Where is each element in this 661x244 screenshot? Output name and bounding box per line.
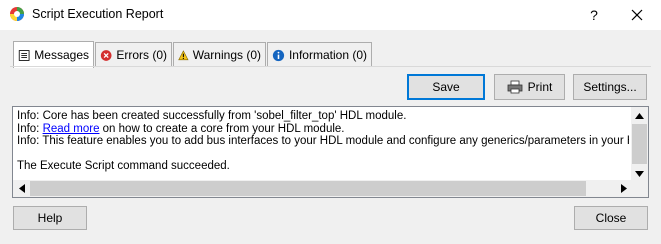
close-icon[interactable] <box>626 4 648 26</box>
title-help-button[interactable]: ? <box>583 4 605 26</box>
app-logo-icon <box>10 7 24 21</box>
window-title: Script Execution Report <box>32 7 164 21</box>
save-button[interactable]: Save <box>407 74 485 100</box>
log-line: Info: Read more on how to create a core … <box>17 123 629 136</box>
horizontal-scrollbar[interactable] <box>13 180 632 197</box>
scroll-left-arrow-icon[interactable] <box>13 180 30 197</box>
close-button-label: Close <box>595 211 627 225</box>
title-bar: Script Execution Report ? <box>0 0 661 30</box>
scroll-right-arrow-icon[interactable] <box>615 180 632 197</box>
tab-errors-label: Errors (0) <box>116 48 167 62</box>
log-line: Info: Core has been created successfully… <box>17 110 407 122</box>
horizontal-scroll-thumb[interactable] <box>30 181 586 196</box>
settings-button-label: Settings... <box>583 80 637 94</box>
tab-errors[interactable]: Errors (0) <box>95 42 172 67</box>
vertical-scrollbar[interactable] <box>631 107 648 182</box>
close-button[interactable]: Close <box>574 206 648 230</box>
log-line-suffix: on how to create a core from your HDL mo… <box>99 122 345 135</box>
log-line: The Execute Script command succeeded. <box>17 160 230 172</box>
tab-warnings-label: Warnings (0) <box>192 48 261 62</box>
printer-icon <box>507 80 523 94</box>
messages-icon <box>18 49 30 61</box>
log-line: Info: This feature enables you to add bu… <box>17 135 629 147</box>
tab-messages[interactable]: Messages <box>13 41 94 68</box>
save-button-label: Save <box>432 80 460 94</box>
print-button-label: Print <box>527 80 553 94</box>
error-icon <box>100 49 112 61</box>
vertical-scroll-thumb[interactable] <box>632 124 647 164</box>
log-line-prefix: Info: <box>17 122 43 135</box>
settings-button[interactable]: Settings... <box>573 74 647 100</box>
tab-messages-label: Messages <box>34 48 89 62</box>
information-icon <box>272 49 285 61</box>
tab-information[interactable]: Information (0) <box>267 42 372 67</box>
scroll-up-arrow-icon[interactable] <box>631 107 648 124</box>
warning-icon <box>178 49 189 60</box>
log-text: Info: Core has been created successfully… <box>17 110 629 186</box>
tab-warnings[interactable]: Warnings (0) <box>173 42 266 67</box>
print-button[interactable]: Print <box>494 74 565 100</box>
help-button[interactable]: Help <box>13 206 87 230</box>
log-textbox[interactable]: Info: Core has been created successfully… <box>12 106 649 198</box>
read-more-link[interactable]: Read more <box>43 123 100 135</box>
log-line-blank <box>17 148 629 161</box>
help-button-label: Help <box>37 211 63 225</box>
scrollbar-corner <box>631 180 648 197</box>
tab-panel-border <box>10 66 651 67</box>
tab-information-label: Information (0) <box>288 48 367 62</box>
